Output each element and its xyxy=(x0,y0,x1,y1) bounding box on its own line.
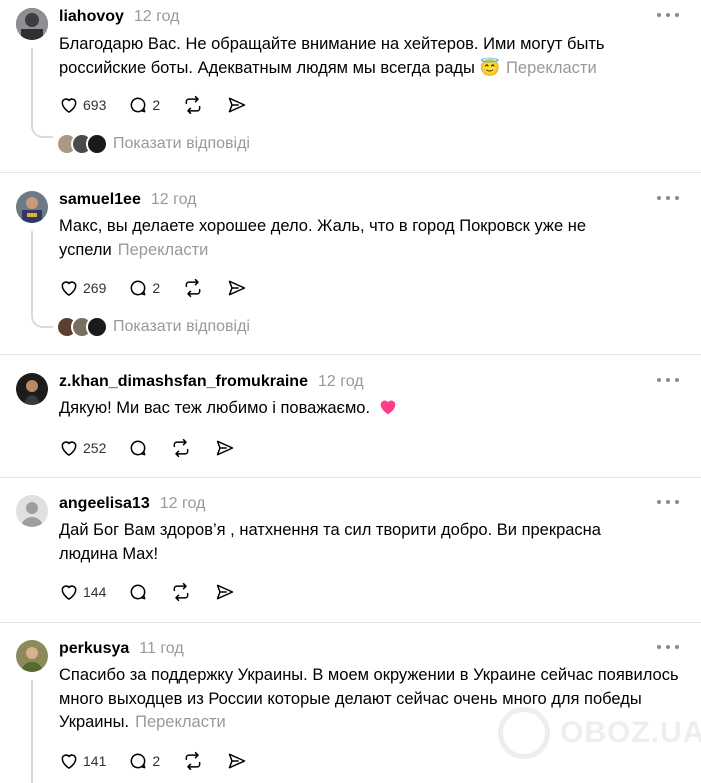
share-icon xyxy=(228,280,246,296)
post-text: Макс, вы делаете хорошее дело. Жаль, что… xyxy=(59,217,587,259)
comment-icon xyxy=(130,440,146,456)
like-button[interactable]: 693 xyxy=(59,95,106,115)
watermark: OBOZ.UA xyxy=(498,707,701,759)
heart-emoji xyxy=(379,399,397,423)
repost-icon xyxy=(173,582,189,602)
comment-icon xyxy=(130,753,146,769)
reply-button[interactable]: 2 xyxy=(128,278,160,298)
share-icon xyxy=(217,440,234,456)
repost-icon xyxy=(185,278,201,298)
share-icon xyxy=(217,584,234,600)
heart-icon xyxy=(61,441,77,456)
like-count: 252 xyxy=(83,440,107,456)
share-button[interactable] xyxy=(226,95,248,115)
username[interactable]: liahovoy 12 год xyxy=(59,8,180,26)
thread-line xyxy=(31,680,33,783)
more-icon[interactable] xyxy=(657,378,679,384)
username[interactable]: samuel1ee 12 год xyxy=(59,191,196,209)
translate-link[interactable]: Перекласти xyxy=(506,59,597,77)
heart-icon xyxy=(61,754,77,769)
username[interactable]: perkusya 11 год xyxy=(59,640,184,658)
reply-button[interactable] xyxy=(128,582,148,602)
like-button[interactable]: 141 xyxy=(59,751,106,771)
action-bar: 269 2 xyxy=(59,277,270,299)
like-button[interactable]: 144 xyxy=(59,582,106,602)
reply-button[interactable] xyxy=(128,438,148,458)
action-bar: 141 2 xyxy=(59,750,270,772)
thread-line xyxy=(31,231,33,312)
timestamp: 12 год xyxy=(150,191,197,208)
repost-icon xyxy=(185,95,201,115)
repost-button[interactable] xyxy=(170,438,192,458)
divider xyxy=(0,354,701,355)
reply-count: 2 xyxy=(152,753,161,769)
action-bar: 252 xyxy=(59,437,258,459)
repost-icon xyxy=(173,438,189,458)
share-button[interactable] xyxy=(226,278,248,298)
more-icon[interactable] xyxy=(657,13,679,19)
action-bar: 144 xyxy=(59,581,258,603)
thread-line-curve xyxy=(31,312,53,328)
reply-button[interactable]: 2 xyxy=(128,751,160,771)
post-text: Благодарю Вас. Не обращайте внимание на … xyxy=(59,35,605,77)
share-icon xyxy=(228,753,246,769)
watermark-logo-icon xyxy=(498,707,550,759)
like-button[interactable]: 252 xyxy=(59,438,106,458)
heart-icon xyxy=(61,98,77,113)
comment-icon xyxy=(130,280,146,296)
like-count: 144 xyxy=(83,584,107,600)
comment-icon xyxy=(130,97,146,113)
heart-icon xyxy=(61,585,77,600)
watermark-text: OBOZ.UA xyxy=(560,716,701,749)
username[interactable]: angeelisa13 12 год xyxy=(59,495,205,513)
repost-button[interactable] xyxy=(170,582,192,602)
more-icon[interactable] xyxy=(657,196,679,202)
like-count: 141 xyxy=(83,753,107,769)
action-bar: 693 2 xyxy=(59,94,270,116)
translate-link[interactable]: Перекласти xyxy=(118,241,209,259)
translate-link[interactable]: Перекласти xyxy=(135,713,226,731)
avatar[interactable] xyxy=(16,373,48,405)
divider xyxy=(0,172,701,173)
show-replies[interactable]: Показати відповіді xyxy=(56,316,250,338)
thread-line-curve xyxy=(31,122,53,138)
timestamp: 12 год xyxy=(159,495,206,512)
timestamp: 12 год xyxy=(317,373,364,390)
repost-button[interactable] xyxy=(182,278,204,298)
share-button[interactable] xyxy=(226,751,248,771)
avatar[interactable] xyxy=(16,495,48,527)
repost-button[interactable] xyxy=(182,751,204,771)
thread-line xyxy=(31,48,33,122)
share-button[interactable] xyxy=(214,582,236,602)
reply-button[interactable]: 2 xyxy=(128,95,160,115)
comment-icon xyxy=(130,584,146,600)
post-text: Дай Бог Вам здоров’я , натхнення та сил … xyxy=(59,521,601,563)
divider xyxy=(0,477,701,478)
like-count: 269 xyxy=(83,280,107,296)
reply-count: 2 xyxy=(152,97,161,113)
heart-icon xyxy=(61,281,77,296)
repost-icon xyxy=(185,751,201,771)
reply-avatar xyxy=(86,316,108,338)
post-text: Дякую! Ми вас теж любимо і поважаємо. xyxy=(59,397,689,423)
avatar[interactable] xyxy=(16,640,48,672)
more-icon[interactable] xyxy=(657,500,679,506)
avatar[interactable] xyxy=(16,191,48,223)
share-icon xyxy=(228,97,246,113)
reply-avatar xyxy=(86,133,108,155)
like-button[interactable]: 269 xyxy=(59,278,106,298)
divider xyxy=(0,622,701,623)
avatar[interactable] xyxy=(16,8,48,40)
more-icon[interactable] xyxy=(657,645,679,651)
show-replies[interactable]: Показати відповіді xyxy=(56,133,250,155)
repost-button[interactable] xyxy=(182,95,204,115)
timestamp: 12 год xyxy=(133,8,180,25)
reply-count: 2 xyxy=(152,280,161,296)
timestamp: 11 год xyxy=(139,640,184,657)
username[interactable]: z.khan_dimashsfan_fromukraine 12 год xyxy=(59,373,364,391)
share-button[interactable] xyxy=(214,438,236,458)
emoji: 😇 xyxy=(479,58,501,77)
like-count: 693 xyxy=(83,97,107,113)
